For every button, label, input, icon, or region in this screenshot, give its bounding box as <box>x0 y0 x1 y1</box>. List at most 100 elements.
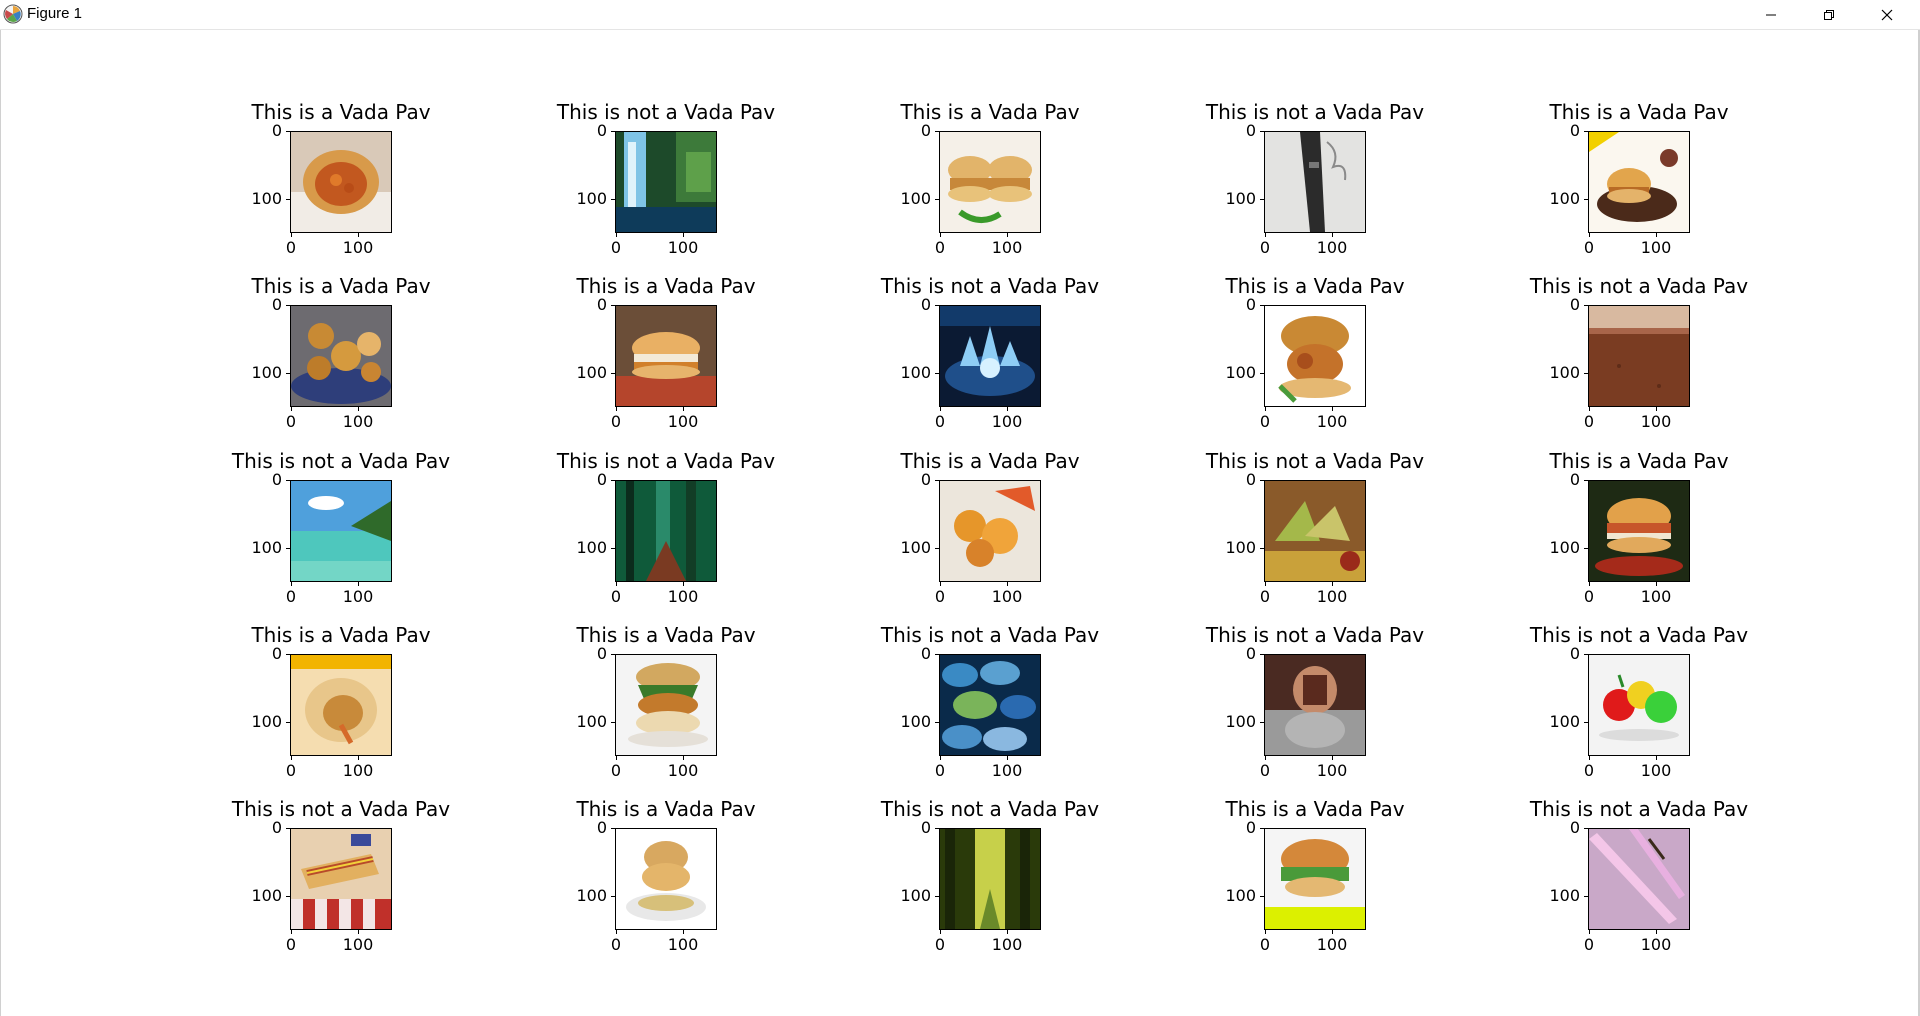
x-tick-label: 0 <box>610 412 622 431</box>
x-tick-label: 0 <box>1583 238 1595 257</box>
subplot-title: This is not a Vada Pav <box>880 623 1100 647</box>
subplot-image <box>290 305 392 407</box>
y-tick-mark <box>1260 896 1264 897</box>
y-tick-label: 0 <box>1569 470 1580 489</box>
x-tick-mark <box>683 756 684 760</box>
y-tick-mark <box>1584 548 1588 549</box>
y-tick-label: 100 <box>900 189 931 208</box>
x-tick-label: 0 <box>1259 412 1271 431</box>
subplot-title: This is a Vada Pav <box>251 274 431 298</box>
x-tick-label: 100 <box>1316 935 1348 954</box>
x-tick-mark <box>1265 930 1266 934</box>
subplot-image <box>615 131 717 233</box>
vada-pav-dark-plate-image <box>1589 481 1689 581</box>
x-tick-label: 0 <box>610 761 622 780</box>
subplot-image <box>939 480 1041 582</box>
x-tick-mark <box>1007 930 1008 934</box>
y-tick-label: 100 <box>251 538 282 557</box>
x-tick-mark <box>616 756 617 760</box>
x-tick-label: 100 <box>1316 587 1348 606</box>
figure-canvas: This is a Vada Pav 0 100 0 100 This is not a … <box>0 30 1920 1016</box>
x-tick-label: 0 <box>1583 412 1595 431</box>
x-tick-mark <box>1589 407 1590 411</box>
y-tick-label: 100 <box>576 538 607 557</box>
y-tick-mark <box>1584 654 1588 655</box>
subplot-image <box>939 654 1041 756</box>
subplot-image <box>1588 828 1690 930</box>
x-tick-label: 100 <box>342 587 374 606</box>
subplot-image <box>615 828 717 930</box>
matplotlib-app-icon <box>3 4 23 24</box>
y-tick-label: 100 <box>1549 189 1580 208</box>
y-tick-mark <box>286 305 290 306</box>
restore-icon <box>1824 9 1834 20</box>
y-tick-label: 0 <box>1569 644 1580 663</box>
restore-button[interactable] <box>1800 0 1858 29</box>
y-tick-mark <box>286 548 290 549</box>
x-tick-mark <box>1265 407 1266 411</box>
subplot-title: This is not a Vada Pav <box>1205 449 1425 473</box>
y-tick-label: 0 <box>920 818 931 837</box>
x-tick-label: 100 <box>991 935 1023 954</box>
x-tick-mark <box>683 930 684 934</box>
y-tick-label: 0 <box>271 644 282 663</box>
y-tick-mark <box>611 828 615 829</box>
subplot-title: This is a Vada Pav <box>576 797 756 821</box>
y-tick-mark <box>611 373 615 374</box>
x-tick-mark <box>291 930 292 934</box>
x-tick-label: 0 <box>1259 587 1271 606</box>
y-tick-mark <box>1260 131 1264 132</box>
x-tick-mark <box>291 233 292 237</box>
y-tick-label: 100 <box>576 886 607 905</box>
subplot-title: This is a Vada Pav <box>251 100 431 124</box>
x-tick-mark <box>1007 756 1008 760</box>
x-tick-mark <box>1589 756 1590 760</box>
y-tick-label: 100 <box>900 538 931 557</box>
x-tick-label: 100 <box>1316 761 1348 780</box>
vada-pav-closeup-image <box>1265 306 1365 406</box>
y-tick-label: 0 <box>920 121 931 140</box>
y-tick-mark <box>286 131 290 132</box>
x-tick-mark <box>616 233 617 237</box>
y-tick-label: 0 <box>271 295 282 314</box>
x-tick-label: 0 <box>285 587 297 606</box>
x-tick-mark <box>940 233 941 237</box>
x-tick-mark <box>358 407 359 411</box>
subplot-image <box>1264 131 1366 233</box>
subplot-title: This is not a Vada Pav <box>880 797 1100 821</box>
x-tick-label: 0 <box>934 935 946 954</box>
y-tick-label: 100 <box>1225 189 1256 208</box>
x-tick-mark <box>1007 582 1008 586</box>
x-tick-mark <box>358 233 359 237</box>
close-button[interactable] <box>1858 0 1916 29</box>
y-tick-label: 100 <box>1225 538 1256 557</box>
x-tick-mark <box>683 582 684 586</box>
subplot-title: This is not a Vada Pav <box>556 100 776 124</box>
y-tick-label: 100 <box>1225 712 1256 731</box>
x-tick-label: 100 <box>1316 238 1348 257</box>
subplot-title: This is not a Vada Pav <box>1529 274 1749 298</box>
y-tick-label: 0 <box>1245 121 1256 140</box>
x-tick-mark <box>1332 407 1333 411</box>
stuffed-bread-platter-image <box>1265 481 1365 581</box>
y-tick-mark <box>1584 896 1588 897</box>
subplot-image <box>615 654 717 756</box>
x-tick-label: 100 <box>991 761 1023 780</box>
minimize-button[interactable] <box>1742 0 1800 29</box>
x-tick-label: 0 <box>1583 761 1595 780</box>
y-tick-mark <box>611 722 615 723</box>
x-tick-mark <box>1656 407 1657 411</box>
y-tick-mark <box>611 480 615 481</box>
y-tick-label: 100 <box>1549 363 1580 382</box>
y-tick-label: 100 <box>576 189 607 208</box>
y-tick-label: 0 <box>1569 295 1580 314</box>
subplot-image <box>290 480 392 582</box>
y-tick-label: 100 <box>1549 886 1580 905</box>
x-tick-label: 100 <box>991 238 1023 257</box>
y-tick-label: 100 <box>1549 712 1580 731</box>
person-drinking-image <box>1265 655 1365 755</box>
x-tick-mark <box>1332 233 1333 237</box>
mars-desert-image <box>1589 306 1689 406</box>
x-tick-mark <box>1589 582 1590 586</box>
subplot-title: This is a Vada Pav <box>1549 100 1729 124</box>
